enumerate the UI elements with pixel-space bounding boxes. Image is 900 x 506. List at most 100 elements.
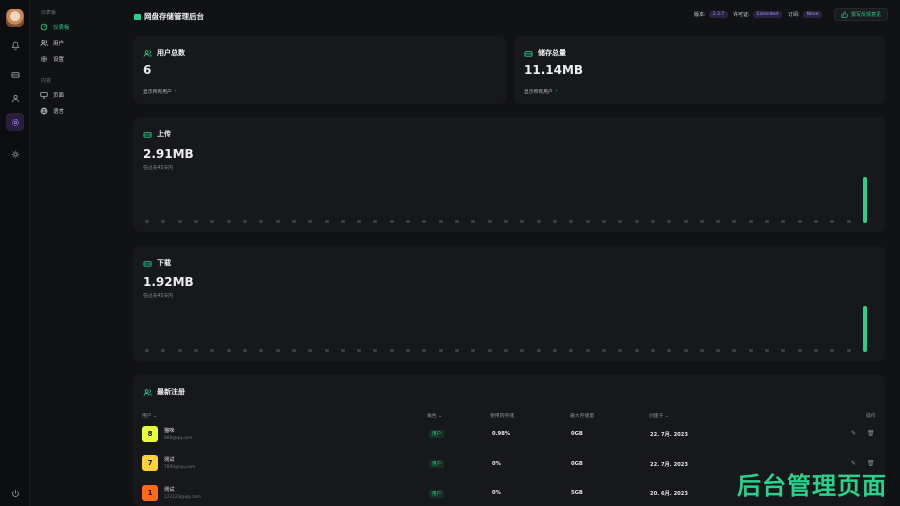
chart-point [781,349,786,352]
chart-point [438,349,443,352]
chart-point [569,220,574,223]
sidebar-item-label: 用户 [53,41,65,47]
chart-point [650,349,655,352]
column-header-actions: 操作 [866,412,876,419]
chart-point [520,349,525,352]
chart-point [308,349,313,352]
show-all-storage-link[interactable]: 显示所有用户 › [524,88,558,95]
user-name[interactable]: 测试 [164,456,174,463]
users-icon [143,388,152,396]
chart-point [814,220,819,223]
watermark-text: 后台管理页面 [737,472,887,500]
chart-bar [863,306,867,352]
bell-icon[interactable] [7,37,23,53]
sidebar-item-language[interactable]: 语言 [40,107,64,115]
sidebar-item-users[interactable]: 用户 [40,39,64,47]
chart-point [797,349,802,352]
column-header-user[interactable]: 用户 ⌄ [142,412,157,419]
chart-point [324,349,329,352]
license-badge: Extended [752,11,783,18]
chart-point [618,349,623,352]
sidebar-section-dashboard: 仪表板 [41,10,57,16]
sidebar-item-settings[interactable]: 设置 [40,55,64,63]
column-header-max[interactable]: 最大存储量 [570,412,594,419]
chart-point [504,220,508,223]
chart-point [830,220,835,223]
column-label: 创建于 [649,414,664,419]
chart-point [487,220,492,223]
storage-icon [143,131,152,138]
chart-point [275,349,280,352]
chart-point [226,220,231,223]
chevron-right-icon: › [555,89,558,94]
edit-icon[interactable]: ✎ [851,430,856,437]
link-label: 显示所有用户 [143,90,172,95]
chart-point [585,220,590,223]
sidebar: 仪表板 仪表板 用户 设置 内容 页面 语言 [30,0,128,506]
sidebar-item-dashboard[interactable]: 仪表板 [40,23,70,31]
chart-point [601,220,606,223]
column-label: 使用的存储 [490,414,514,419]
card-title: 下载 [157,259,171,267]
license-info: 许可证: Extended [733,11,783,18]
user-name[interactable]: 猫咪 [164,427,174,434]
column-label: 最大存储量 [570,414,594,419]
sun-icon[interactable] [7,146,23,162]
chart-point [406,349,411,352]
chart-point [471,349,476,352]
storage-icon[interactable] [7,66,23,82]
column-header-used[interactable]: 使用的存储 [490,412,514,419]
storage-max: 0GB [571,431,583,437]
chart-point [242,220,247,223]
chart-point [748,220,753,223]
users-total-value: 6 [143,63,152,77]
chart-point [161,349,166,352]
column-header-role[interactable]: 角色 ⌄ [427,412,442,419]
user-icon[interactable] [7,90,23,106]
column-label: 用户 [142,414,152,419]
license-label: 许可证: [733,12,750,18]
column-header-created[interactable]: 创建于 ⌄ [649,412,669,419]
chart-point [765,349,770,352]
chart-point [291,349,296,352]
gear-icon [40,55,48,63]
card-title: 最新注册 [157,388,185,396]
storage-used: 0% [492,490,501,496]
write-review-button[interactable]: 撰写反馈意见 [833,8,888,21]
show-all-users-link[interactable]: 显示所有用户 › [143,88,177,95]
chart-point [422,349,427,352]
download-value: 1.92MB [143,275,194,289]
power-icon[interactable] [7,485,23,501]
card-title: 储存总量 [538,49,566,57]
sidebar-section-content: 内容 [41,78,52,84]
sidebar-item-pages[interactable]: 页面 [40,91,64,99]
upload-value: 2.91MB [143,147,194,161]
chart-point [193,349,198,352]
chart-point [683,349,688,352]
chart-point [765,220,770,223]
chart-point [193,220,198,223]
chart-point [601,349,606,352]
thumbs-up-icon [841,11,848,18]
chart-point [732,220,737,223]
column-label: 角色 [427,414,437,419]
users-total-card: 用户总数 6 显示所有用户 › [133,36,506,104]
chart-point [797,220,802,223]
folder-icon [134,13,141,20]
card-header: 储存总量 [524,48,566,58]
chart-point [373,220,378,223]
chart-point [471,220,476,223]
subscription-label: 订阅: [788,12,800,18]
chart-point [389,220,394,223]
chart-point [716,349,721,352]
chart-point [242,349,247,352]
chart-point [846,349,851,352]
trash-icon[interactable]: 🗑 [867,430,875,437]
user-name[interactable]: 测试 [164,486,174,493]
settings-icon[interactable] [6,113,24,131]
avatar[interactable] [6,9,24,27]
chart-point [389,349,394,352]
chart-point [536,349,541,352]
chart-point [552,220,557,223]
chart-point [455,349,460,352]
